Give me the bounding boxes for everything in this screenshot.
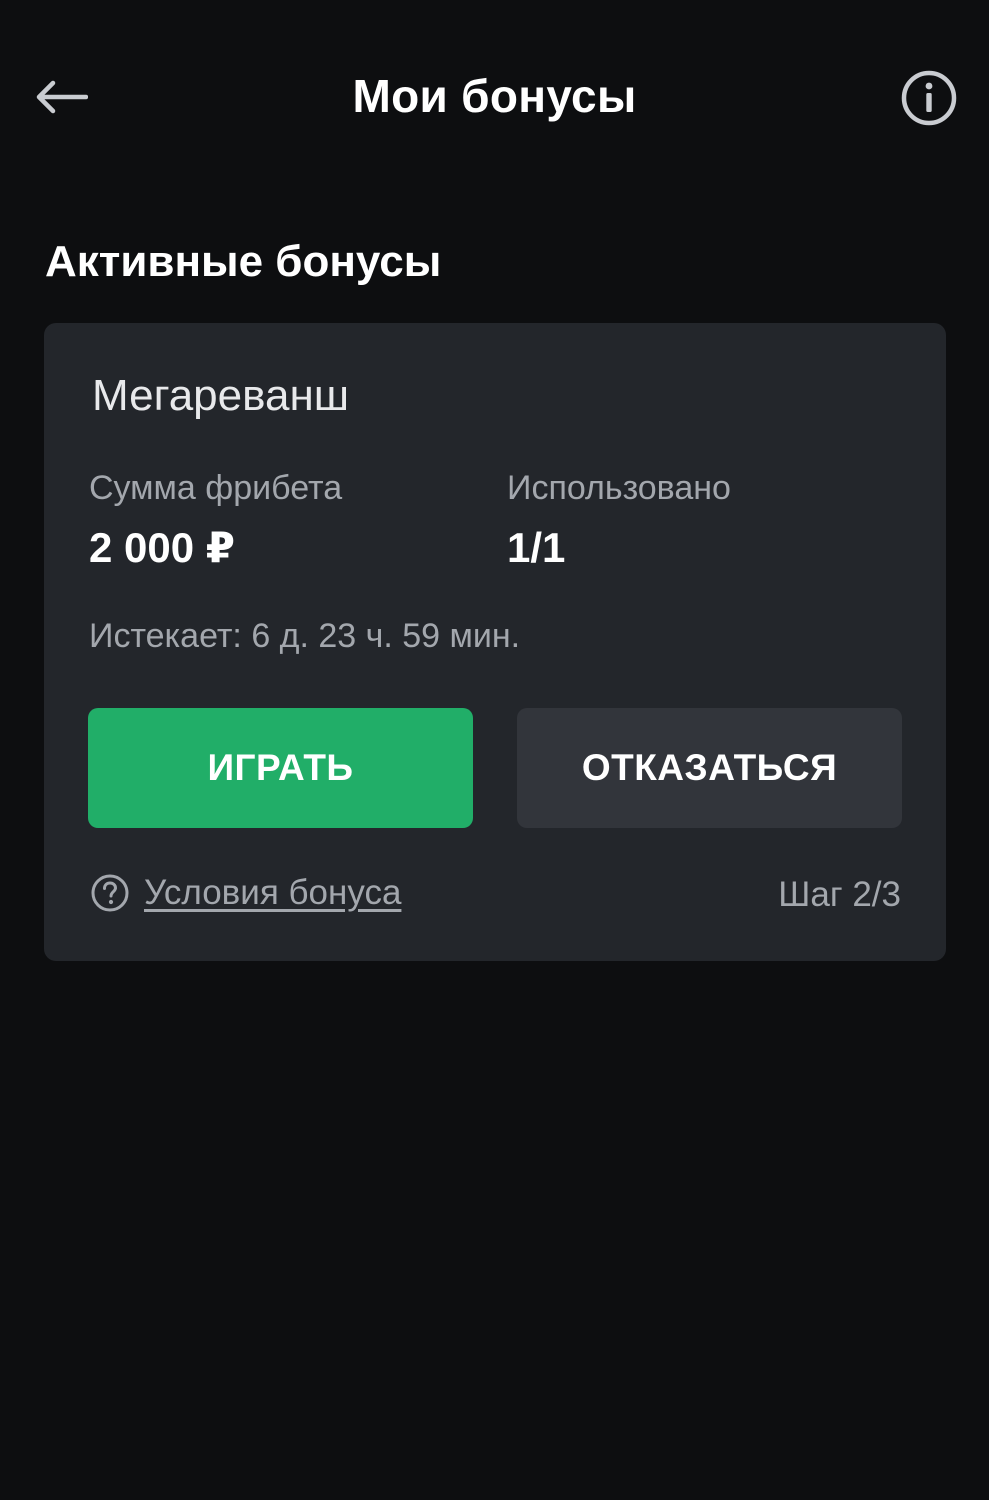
decline-button[interactable]: ОТКАЗАТЬСЯ xyxy=(517,708,902,828)
bonus-terms-label: Условия бонуса xyxy=(144,873,402,912)
expires-text: Истекает: 6 д. 23 ч. 59 мин. xyxy=(89,617,521,655)
bonus-terms-link[interactable]: Условия бонуса xyxy=(90,871,401,915)
info-circle-icon xyxy=(901,70,957,126)
top-bar: Мои бонусы xyxy=(0,0,989,195)
freebet-amount-label: Сумма фрибета xyxy=(89,469,343,507)
bonus-card: Мегареванш Сумма фрибета 2 000 ₽ Использ… xyxy=(44,323,946,961)
info-button[interactable] xyxy=(898,67,960,129)
used-label: Использовано xyxy=(507,469,731,507)
question-circle-icon xyxy=(91,874,129,912)
page-title: Мои бонусы xyxy=(352,70,637,122)
section-title: Активные бонусы xyxy=(45,237,442,286)
bonus-title: Мегареванш xyxy=(92,371,350,420)
freebet-amount-value: 2 000 ₽ xyxy=(89,524,235,571)
play-button[interactable]: ИГРАТЬ xyxy=(88,708,473,828)
used-value: 1/1 xyxy=(507,524,566,571)
step-indicator: Шаг 2/3 xyxy=(778,875,901,914)
